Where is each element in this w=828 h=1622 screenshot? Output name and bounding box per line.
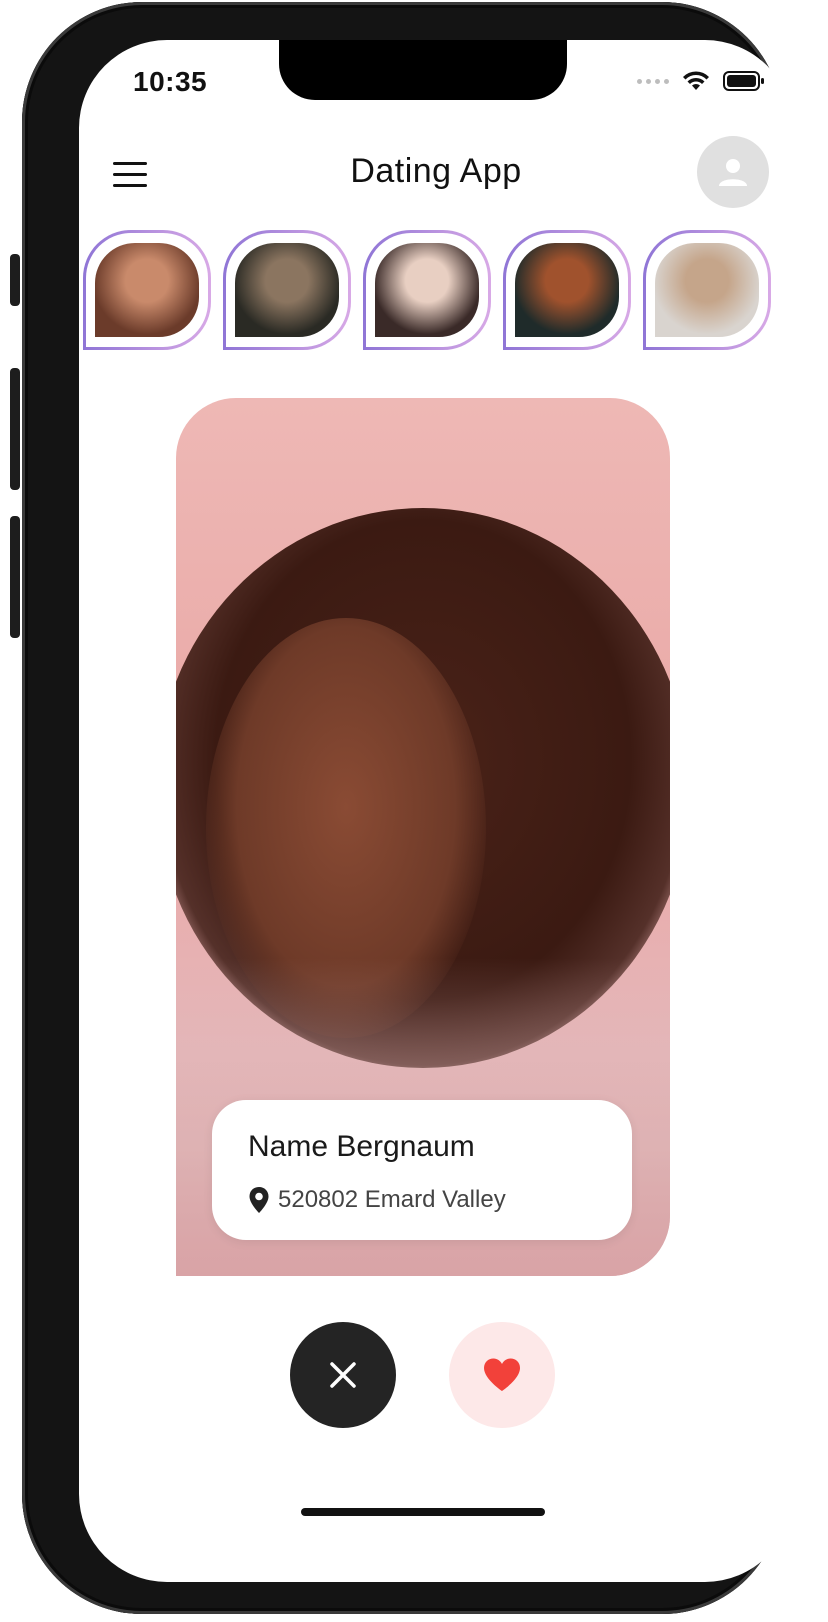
profile-card[interactable]: Name Bergnaum 520802 Emard Valley	[176, 398, 670, 1276]
screen: 10:35 Dating App Name Bergnaum 520802 Em…	[79, 40, 793, 1582]
cellular-signal-icon	[637, 78, 669, 84]
story-photo	[655, 243, 759, 337]
notch	[279, 40, 567, 100]
story-item[interactable]	[503, 230, 631, 350]
profile-name: Name Bergnaum	[248, 1130, 475, 1163]
phone-frame: 10:35 Dating App Name Bergnaum 520802 Em…	[10, 2, 793, 1614]
story-item[interactable]	[643, 230, 771, 350]
heart-icon	[484, 1358, 520, 1391]
story-item[interactable]	[363, 230, 491, 350]
story-photo	[235, 243, 339, 337]
mute-switch	[10, 254, 20, 306]
story-photo	[95, 243, 199, 337]
story-photo	[375, 243, 479, 337]
location-pin-icon	[249, 1187, 269, 1213]
home-indicator	[301, 1508, 545, 1516]
status-icons	[637, 70, 765, 92]
wifi-icon	[683, 71, 709, 90]
story-photo	[515, 243, 619, 337]
profile-info-card: Name Bergnaum 520802 Emard Valley	[212, 1100, 632, 1240]
profile-avatar-button[interactable]	[697, 136, 769, 208]
page-title: Dating App	[350, 152, 522, 190]
person-icon	[719, 159, 747, 186]
story-item[interactable]	[83, 230, 211, 350]
volume-down-button	[10, 516, 20, 638]
app-bar: Dating App	[79, 136, 793, 218]
like-button[interactable]	[449, 1322, 555, 1428]
dislike-button[interactable]	[290, 1322, 396, 1428]
profile-location: 520802 Emard Valley	[248, 1186, 506, 1214]
volume-up-button	[10, 368, 20, 490]
status-time: 10:35	[133, 66, 208, 97]
stories-row	[83, 230, 793, 354]
battery-icon	[723, 71, 764, 91]
story-item[interactable]	[223, 230, 351, 350]
location-text: 520802 Emard Valley	[278, 1186, 506, 1213]
close-icon	[330, 1362, 356, 1388]
